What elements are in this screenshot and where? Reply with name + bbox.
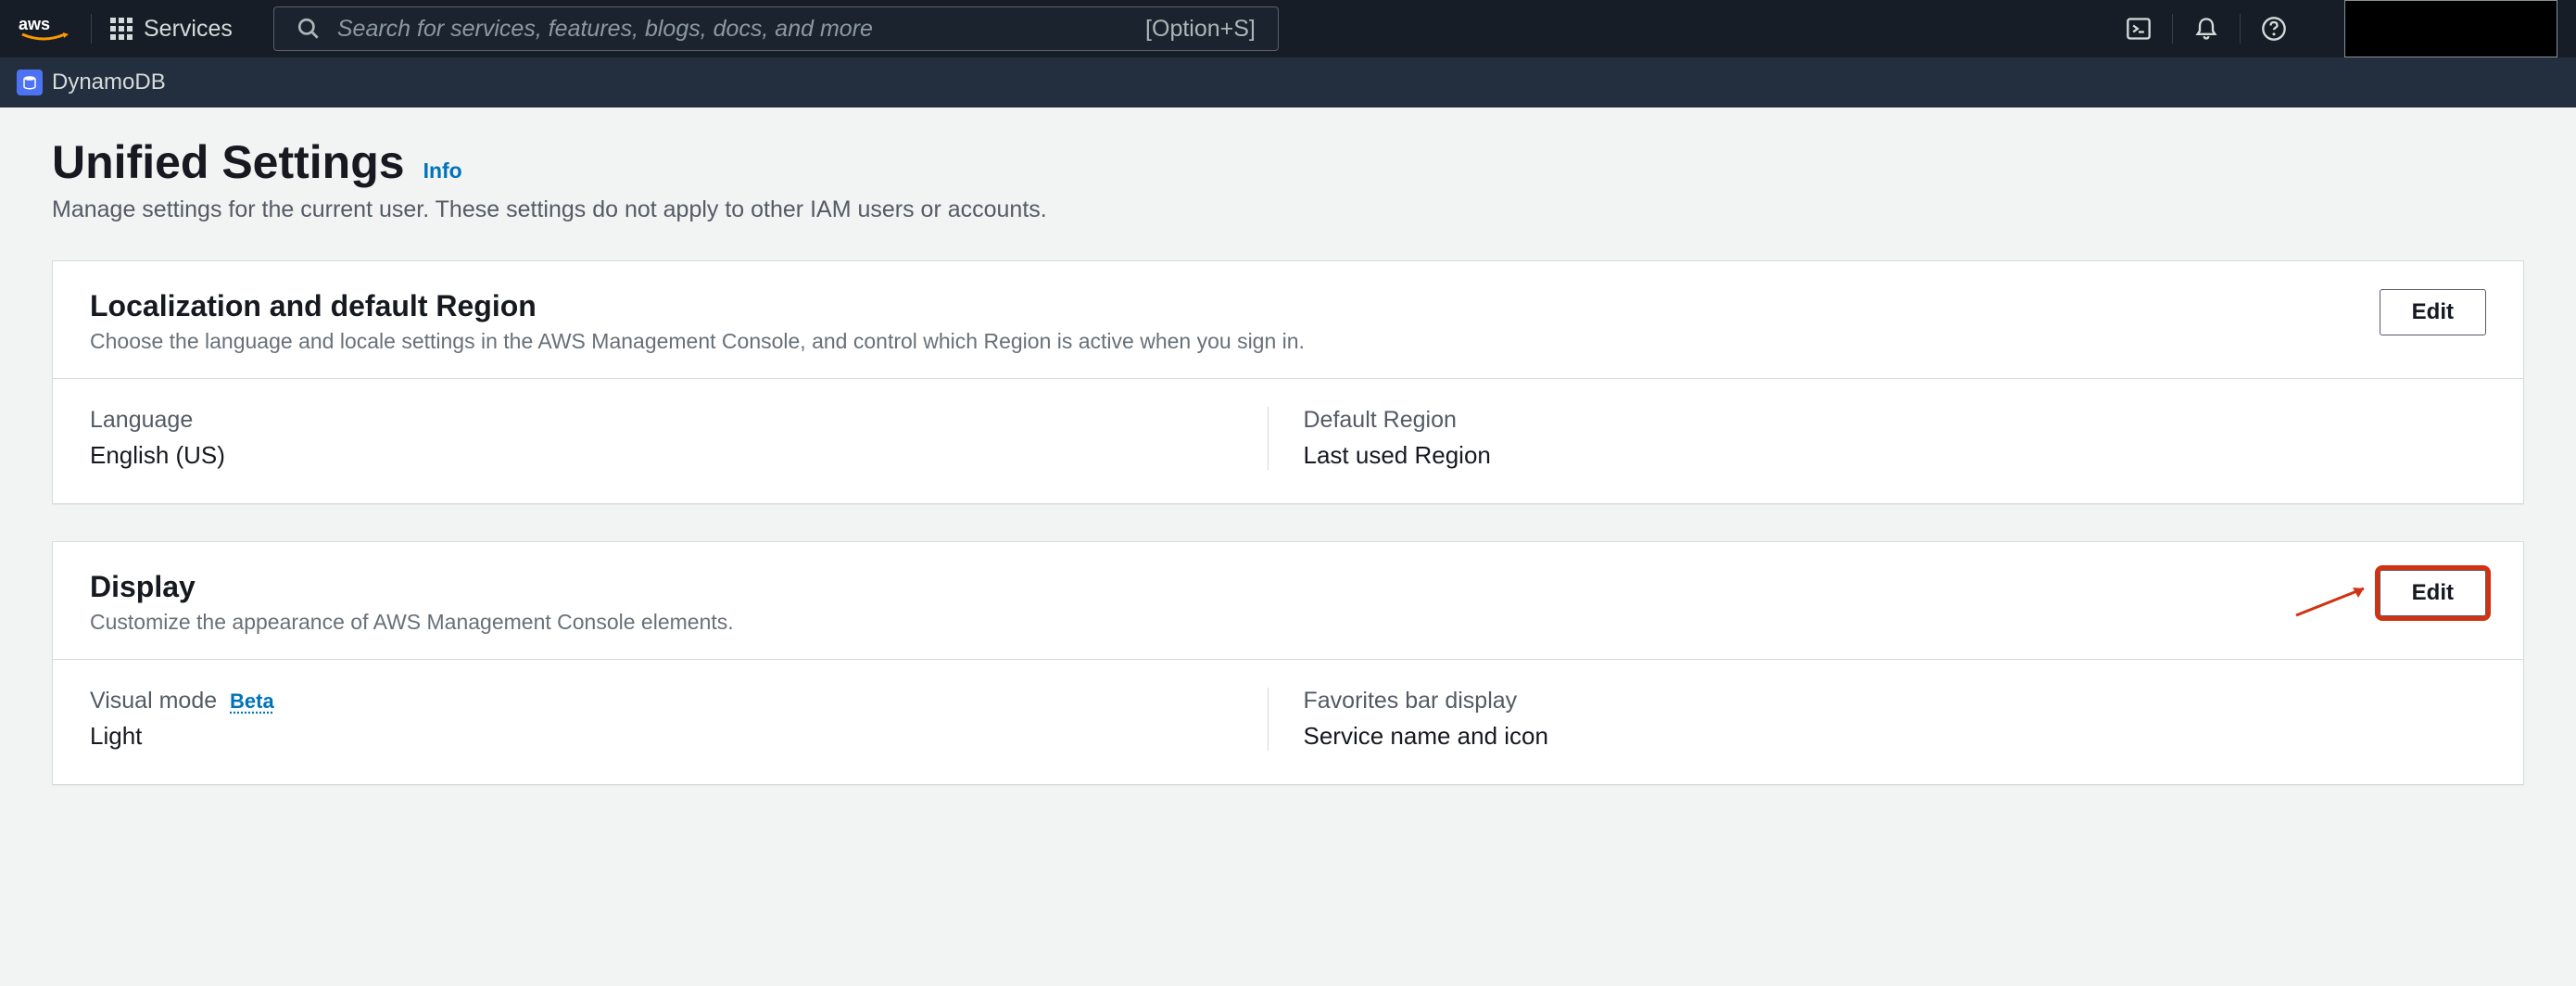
aws-logo-icon: aws: [19, 14, 69, 44]
annotation-arrow-icon: [2292, 583, 2375, 620]
cloudshell-icon: [2126, 16, 2152, 42]
favorites-bar-value: Service name and icon: [1304, 722, 2487, 751]
panel-display: Display Customize the appearance of AWS …: [52, 541, 2524, 785]
search-shortcut-hint: [Option+S]: [1145, 16, 1256, 43]
cloudshell-button[interactable]: [2105, 14, 2173, 44]
account-region-menu[interactable]: [2344, 0, 2557, 57]
help-icon: [2261, 16, 2287, 42]
visual-mode-value: Light: [90, 722, 1273, 751]
notifications-button[interactable]: [2173, 14, 2241, 44]
default-region-value: Last used Region: [1304, 441, 2487, 470]
search-icon: [297, 17, 321, 41]
favorites-bar-label: Favorites bar display: [1304, 688, 2487, 714]
panel-localization: Localization and default Region Choose t…: [52, 260, 2524, 504]
svg-text:aws: aws: [19, 15, 50, 33]
topnav-right-icons: [2105, 14, 2307, 44]
breadcrumb-bar: DynamoDB: [0, 57, 2576, 107]
search-input[interactable]: [337, 16, 1129, 43]
edit-localization-button[interactable]: Edit: [2380, 289, 2486, 335]
visual-mode-label: Visual mode Beta: [90, 688, 1273, 714]
help-button[interactable]: [2241, 14, 2307, 44]
info-link[interactable]: Info: [423, 158, 462, 183]
service-chip-dynamodb[interactable]: DynamoDB: [17, 70, 166, 95]
services-menu-button[interactable]: Services: [110, 16, 255, 43]
main-content: Unified Settings Info Manage settings fo…: [0, 107, 2576, 813]
language-value: English (US): [90, 441, 1273, 470]
service-chip-label: DynamoDB: [52, 70, 166, 95]
grid-icon: [110, 18, 133, 40]
top-nav: aws Services [Option+S]: [0, 0, 2576, 57]
dynamodb-icon: [17, 70, 43, 95]
bell-icon: [2193, 16, 2219, 42]
beta-tag[interactable]: Beta: [230, 689, 274, 713]
default-region-label: Default Region: [1304, 407, 2487, 434]
aws-logo[interactable]: aws: [19, 14, 92, 44]
language-label: Language: [90, 407, 1273, 434]
panel-display-title: Display: [90, 570, 734, 604]
page-subtitle: Manage settings for the current user. Th…: [52, 196, 2524, 223]
services-label: Services: [144, 16, 233, 43]
panel-localization-desc: Choose the language and locale settings …: [90, 329, 1305, 354]
edit-display-button[interactable]: Edit: [2380, 570, 2486, 616]
panel-localization-title: Localization and default Region: [90, 289, 1305, 323]
search-bar[interactable]: [Option+S]: [273, 6, 1279, 51]
panel-display-desc: Customize the appearance of AWS Manageme…: [90, 610, 734, 635]
page-title: Unified Settings: [52, 135, 405, 189]
